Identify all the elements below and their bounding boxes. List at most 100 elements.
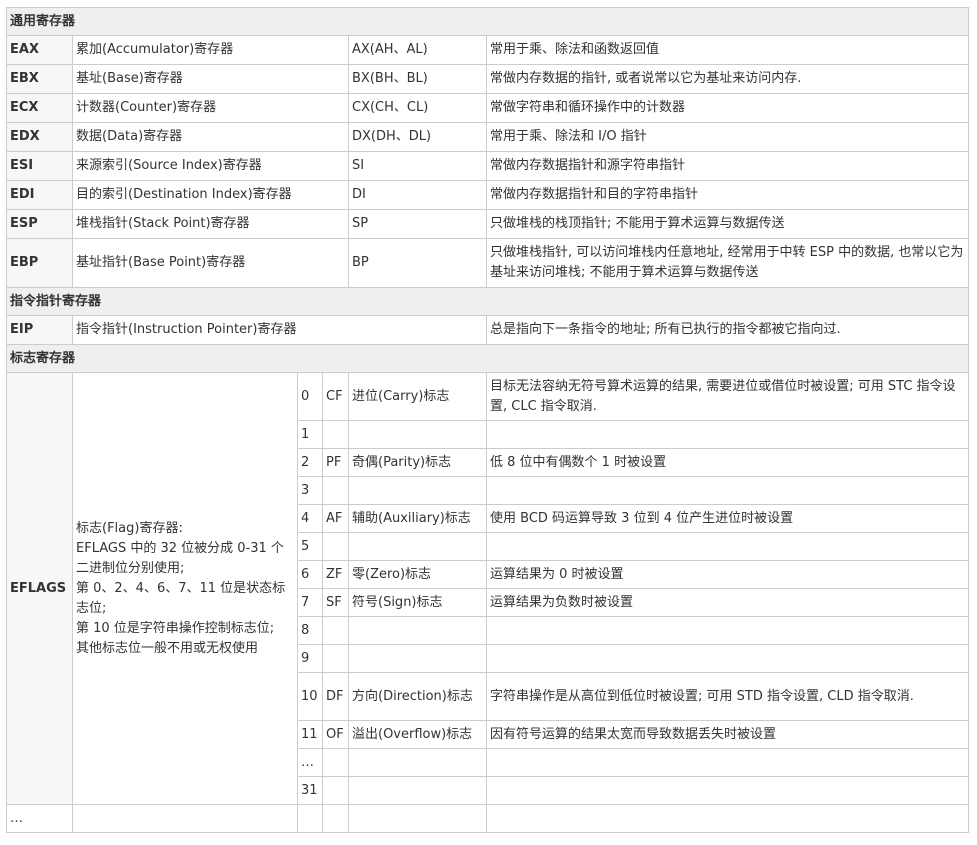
flag-name: 溢出(Overflow)标志 (348, 720, 487, 749)
flag-bit: 9 (297, 644, 323, 673)
flag-bit: … (297, 748, 323, 777)
eflags-description: 标志(Flag)寄存器: EFLAGS 中的 32 位被分成 0-31 个二进制… (72, 372, 298, 805)
flag-name (348, 616, 487, 645)
flag-desc (485, 476, 970, 505)
flag-bit: 6 (297, 560, 323, 589)
section-header-general: 通用寄存器 (5, 7, 970, 36)
register-usage: 常做内存数据指针和目的字符串指针 (485, 180, 970, 210)
register-name: EBX (6, 64, 73, 94)
register-sub: SP (348, 209, 487, 239)
table-row: EBX 基址(Base)寄存器 BX(BH、BL) 常做内存数据的指针, 或者说… (6, 64, 970, 94)
register-desc: 指令指针(Instruction Pointer)寄存器 (72, 315, 487, 345)
flag-desc: 目标无法容纳无符号算术运算的结果, 需要进位或借位时被设置; 可用 STC 指令… (485, 372, 970, 421)
register-sub: CX(CH、CL) (348, 93, 487, 123)
flag-name: 方向(Direction)标志 (348, 672, 487, 721)
register-name: EIP (6, 315, 73, 345)
flag-abbr: SF (322, 588, 349, 617)
eflags-desc-line: 标志(Flag)寄存器: (76, 520, 183, 536)
register-usage: 常用于乘、除法和函数返回值 (485, 35, 970, 65)
register-desc: 堆栈指针(Stack Point)寄存器 (72, 209, 349, 239)
flag-abbr (322, 616, 349, 645)
flag-abbr (322, 420, 349, 449)
flag-desc (485, 776, 970, 805)
flag-abbr: ZF (322, 560, 349, 589)
register-usage: 常做内存数据指针和源字符串指针 (485, 151, 970, 181)
flag-desc (485, 420, 970, 449)
register-desc: 计数器(Counter)寄存器 (72, 93, 349, 123)
register-name: EDX (6, 122, 73, 152)
register-desc: 基址(Base)寄存器 (72, 64, 349, 94)
flag-name (348, 532, 487, 561)
empty-cell (322, 804, 349, 833)
flag-abbr: AF (322, 504, 349, 533)
flag-name (348, 476, 487, 505)
flag-abbr (322, 748, 349, 777)
registers-table: 通用寄存器 EAX 累加(Accumulator)寄存器 AX(AH、AL) 常… (5, 7, 970, 833)
table-row: EDX 数据(Data)寄存器 DX(DH、DL) 常用于乘、除法和 I/O 指… (6, 122, 970, 152)
flag-bit: 10 (297, 672, 323, 721)
flag-desc: 运算结果为负数时被设置 (485, 588, 970, 617)
table-row: EDI 目的索引(Destination Index)寄存器 DI 常做内存数据… (6, 180, 970, 210)
flag-abbr (322, 644, 349, 673)
empty-cell (348, 804, 487, 833)
flag-bit: 11 (297, 720, 323, 749)
register-sub: AX(AH、AL) (348, 35, 487, 65)
register-name: ECX (6, 93, 73, 123)
flag-bit: 4 (297, 504, 323, 533)
flag-desc: 运算结果为 0 时被设置 (485, 560, 970, 589)
flag-name: 零(Zero)标志 (348, 560, 487, 589)
flag-name (348, 644, 487, 673)
table-row: EBP 基址指针(Base Point)寄存器 BP 只做堆栈指针, 可以访问堆… (6, 238, 970, 288)
flag-name: 辅助(Auxiliary)标志 (348, 504, 487, 533)
flag-bit: 8 (297, 616, 323, 645)
register-usage: 常做字符串和循环操作中的计数器 (485, 93, 970, 123)
flag-row: EFLAGS 标志(Flag)寄存器: EFLAGS 中的 32 位被分成 0-… (6, 372, 970, 805)
flag-name (348, 420, 487, 449)
table-row: ECX 计数器(Counter)寄存器 CX(CH、CL) 常做字符串和循环操作… (6, 93, 970, 123)
register-usage: 只做堆栈指针, 可以访问堆栈内任意地址, 经常用于中转 ESP 中的数据, 也常… (485, 238, 970, 288)
eflags-desc-line: 其他标志位一般不用或无权使用 (76, 640, 259, 656)
table-row: ESI 来源索引(Source Index)寄存器 SI 常做内存数据指针和源字… (6, 151, 970, 181)
register-sub: SI (348, 151, 487, 181)
flag-bit: 3 (297, 476, 323, 505)
flag-desc (485, 644, 970, 673)
register-name: EBP (6, 238, 73, 288)
flag-desc: 使用 BCD 码运算导致 3 位到 4 位产生进位时被设置 (485, 504, 970, 533)
eflags-desc-line: EFLAGS 中的 32 位被分成 0-31 个二进制位分别使用; (76, 540, 284, 576)
flag-abbr (322, 776, 349, 805)
register-usage: 总是指向下一条指令的地址; 所有已执行的指令都被它指向过. (485, 315, 970, 345)
flag-name (348, 776, 487, 805)
table-row: EIP 指令指针(Instruction Pointer)寄存器 总是指向下一条… (6, 315, 970, 345)
section-header-flags: 标志寄存器 (5, 344, 970, 373)
flag-desc: 字符串操作是从高位到低位时被设置; 可用 STD 指令设置, CLD 指令取消. (485, 672, 970, 721)
register-desc: 数据(Data)寄存器 (72, 122, 349, 152)
flag-bit: 1 (297, 420, 323, 449)
flag-abbr: PF (322, 448, 349, 477)
flag-abbr: DF (322, 672, 349, 721)
flag-desc (485, 616, 970, 645)
flag-bit: 31 (297, 776, 323, 805)
empty-cell (72, 804, 298, 833)
table-row: … (6, 804, 970, 833)
register-name: EAX (6, 35, 73, 65)
flag-abbr (322, 532, 349, 561)
flag-name (348, 748, 487, 777)
table-row: EAX 累加(Accumulator)寄存器 AX(AH、AL) 常用于乘、除法… (6, 35, 970, 65)
register-sub: BX(BH、BL) (348, 64, 487, 94)
table-row: ESP 堆栈指针(Stack Point)寄存器 SP 只做堆栈的栈顶指针; 不… (6, 209, 970, 239)
flag-abbr: OF (322, 720, 349, 749)
flag-bit: 5 (297, 532, 323, 561)
register-usage: 常用于乘、除法和 I/O 指针 (485, 122, 970, 152)
flag-desc (485, 532, 970, 561)
register-name: EFLAGS (6, 372, 73, 805)
flag-name: 奇偶(Parity)标志 (348, 448, 487, 477)
register-name: ESP (6, 209, 73, 239)
flag-bit: 2 (297, 448, 323, 477)
eflags-desc-line: 第 0、2、4、6、7、11 位是状态标志位; (76, 580, 286, 616)
register-desc: 目的索引(Destination Index)寄存器 (72, 180, 349, 210)
register-desc: 基址指针(Base Point)寄存器 (72, 238, 349, 288)
register-name: ESI (6, 151, 73, 181)
eflags-desc-line: 第 10 位是字符串操作控制标志位; (76, 620, 275, 636)
register-name: … (6, 804, 73, 833)
flag-desc: 低 8 位中有偶数个 1 时被设置 (485, 448, 970, 477)
